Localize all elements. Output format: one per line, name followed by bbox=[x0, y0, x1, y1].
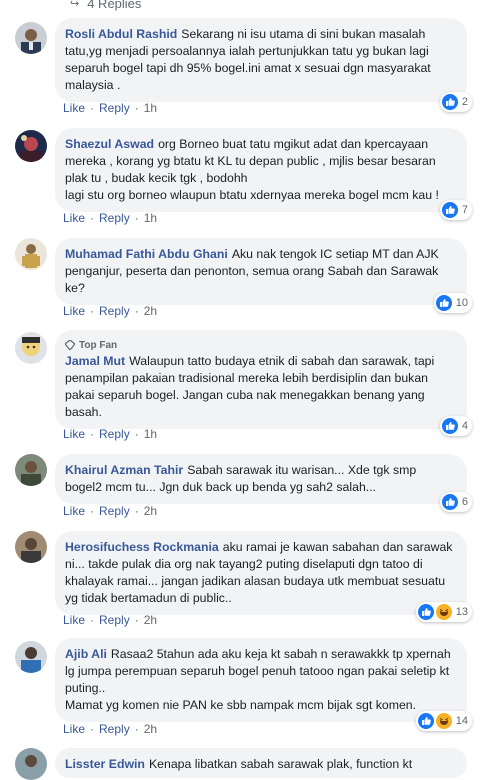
like-icon bbox=[441, 418, 458, 434]
comment-author[interactable]: Ajib Ali bbox=[65, 647, 107, 661]
like-icon bbox=[435, 295, 452, 311]
like-button[interactable]: Like bbox=[63, 722, 85, 736]
avatar[interactable] bbox=[15, 641, 47, 673]
comment-author[interactable]: Shaezul Aswad bbox=[65, 137, 154, 151]
diamond-icon bbox=[65, 340, 75, 350]
timestamp[interactable]: 1h bbox=[144, 211, 157, 225]
like-button[interactable]: Like bbox=[63, 427, 85, 441]
comment-bubble: Top Fan Jamal Mut Walaupun tatto budaya e… bbox=[55, 330, 467, 429]
comment-bubble: Lisster Edwin Kenapa libatkan sabah saraw… bbox=[55, 748, 467, 778]
reaction-count[interactable]: 4 bbox=[439, 416, 472, 436]
avatar[interactable] bbox=[15, 22, 47, 54]
reaction-count[interactable]: 2 bbox=[439, 92, 472, 112]
comment-text: Kenapa libatkan sabah sarawak plak, func… bbox=[148, 757, 413, 771]
avatar[interactable] bbox=[15, 238, 47, 270]
comment-author[interactable]: Khairul Azman Tahir bbox=[65, 463, 183, 477]
comment-actions: Like · Reply · 2h bbox=[63, 504, 158, 518]
comment-author[interactable]: Jamal Mut bbox=[65, 354, 125, 368]
like-icon bbox=[441, 494, 458, 510]
timestamp[interactable]: 2h bbox=[144, 722, 157, 736]
reply-button[interactable]: Reply bbox=[99, 722, 130, 736]
timestamp[interactable]: 1h bbox=[144, 101, 157, 115]
comment-author[interactable]: Lisster Edwin bbox=[65, 757, 145, 771]
reaction-count[interactable]: 13 bbox=[415, 602, 472, 622]
comment-actions: Like · Reply · 2h bbox=[63, 722, 158, 736]
timestamp[interactable]: 2h bbox=[144, 613, 157, 627]
avatar[interactable] bbox=[15, 454, 47, 486]
reaction-count[interactable]: 10 bbox=[433, 293, 472, 313]
view-replies-link[interactable]: ↪ 4 Replies bbox=[70, 0, 141, 12]
comment-text: lagi stu org borneo wlaupun btatu xderny… bbox=[65, 188, 439, 202]
top-fan-badge: Top Fan bbox=[65, 338, 455, 352]
haha-icon bbox=[435, 713, 452, 729]
like-button[interactable]: Like bbox=[63, 304, 85, 318]
haha-icon bbox=[435, 604, 452, 620]
avatar[interactable] bbox=[15, 531, 47, 563]
reply-button[interactable]: Reply bbox=[99, 613, 130, 627]
timestamp[interactable]: 2h bbox=[144, 304, 157, 318]
comment-bubble: Herosifuchess Rockmania aku ramai je kawa… bbox=[55, 531, 467, 615]
comment-bubble: Khairul Azman Tahir Sabah sarawak itu war… bbox=[55, 454, 467, 504]
comment-text: Rasaa2 5tahun ada aku keja kt sabah n se… bbox=[65, 647, 451, 695]
comment-author[interactable]: Muhamad Fathi Abdu Ghani bbox=[65, 247, 228, 261]
comment-bubble: Ajib Ali Rasaa2 5tahun ada aku keja kt sa… bbox=[55, 638, 467, 722]
comment-bubble: Rosli Abdul Rashid Sekarang ni isu utama … bbox=[55, 18, 467, 102]
like-button[interactable]: Like bbox=[63, 101, 85, 115]
avatar[interactable] bbox=[15, 130, 47, 162]
timestamp[interactable]: 2h bbox=[144, 504, 157, 518]
comment-actions: Like · Reply · 1h bbox=[63, 427, 158, 441]
like-button[interactable]: Like bbox=[63, 613, 85, 627]
avatar[interactable] bbox=[15, 332, 47, 364]
like-icon bbox=[417, 604, 434, 620]
reply-button[interactable]: Reply bbox=[99, 504, 130, 518]
comment-actions: Like · Reply · 1h bbox=[63, 101, 158, 115]
replies-label: 4 Replies bbox=[87, 0, 142, 11]
comment-actions: Like · Reply · 2h bbox=[63, 613, 158, 627]
comment-actions: Like · Reply · 2h bbox=[63, 304, 158, 318]
reaction-count[interactable]: 7 bbox=[439, 200, 472, 220]
reply-arrow-icon: ↪ bbox=[70, 0, 80, 10]
comment-actions: Like · Reply · 1h bbox=[63, 211, 158, 225]
reply-button[interactable]: Reply bbox=[99, 101, 130, 115]
like-button[interactable]: Like bbox=[63, 211, 85, 225]
avatar[interactable] bbox=[15, 748, 47, 780]
reply-button[interactable]: Reply bbox=[99, 211, 130, 225]
comment-bubble: Muhamad Fathi Abdu Ghani Aku nak tengok I… bbox=[55, 238, 467, 305]
timestamp[interactable]: 1h bbox=[144, 427, 157, 441]
like-icon bbox=[441, 94, 458, 110]
like-icon bbox=[441, 202, 458, 218]
reply-button[interactable]: Reply bbox=[99, 427, 130, 441]
like-button[interactable]: Like bbox=[63, 504, 85, 518]
reaction-count[interactable]: 14 bbox=[415, 711, 472, 731]
comment-text: Mamat yg komen nie PAN ke sbb nampak mcm… bbox=[65, 698, 417, 712]
like-icon bbox=[417, 713, 434, 729]
reaction-count[interactable]: 6 bbox=[439, 492, 472, 512]
comment-author[interactable]: Herosifuchess Rockmania bbox=[65, 540, 219, 554]
comment-bubble: Shaezul Aswad org Borneo buat tatu mgikut… bbox=[55, 128, 467, 212]
reply-button[interactable]: Reply bbox=[99, 304, 130, 318]
comment-author[interactable]: Rosli Abdul Rashid bbox=[65, 27, 177, 41]
